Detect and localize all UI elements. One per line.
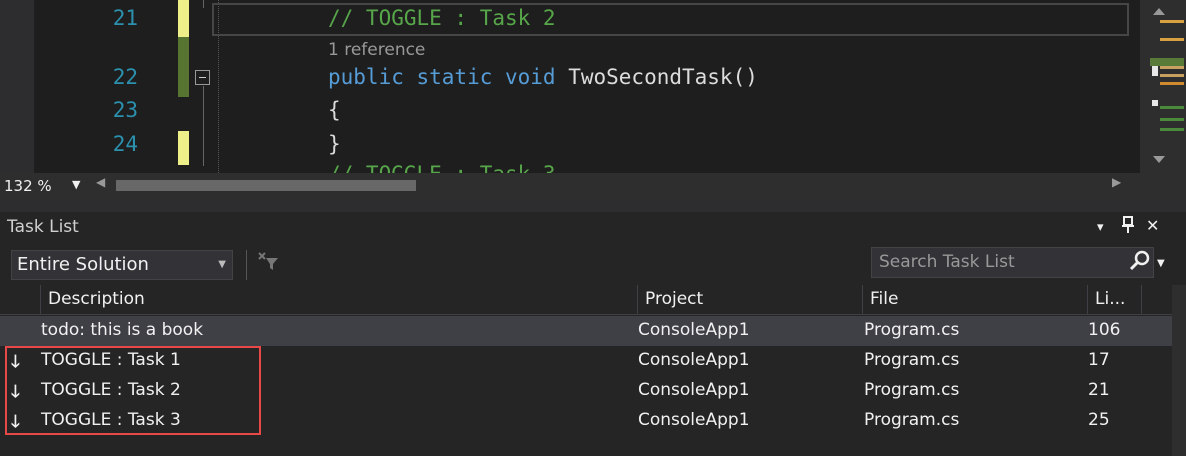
change-marker-saved: [178, 37, 189, 97]
panel-splitter[interactable]: [0, 200, 1186, 212]
search-icon[interactable]: [1129, 250, 1151, 272]
cell-line: 106: [1088, 320, 1121, 340]
search-input[interactable]: Search Task List: [871, 247, 1154, 278]
overview-mark: [1160, 82, 1184, 85]
toolbar-separator: [246, 250, 247, 280]
annotation-highlight-box: [5, 346, 261, 435]
chevron-down-icon: ▼: [72, 178, 81, 191]
chevron-down-icon: ▼: [218, 259, 226, 270]
change-marker-unsaved: [178, 0, 189, 37]
cell-line: 17: [1088, 350, 1110, 370]
pin-icon[interactable]: [1121, 216, 1135, 238]
code-method-name: TwoSecondTask(): [568, 65, 758, 89]
overview-mark: [1152, 66, 1158, 76]
outline-line: [203, 0, 204, 8]
search-options-icon[interactable]: ▼: [1157, 258, 1165, 269]
scroll-left-icon[interactable]: ◀: [96, 175, 105, 189]
cell-description: todo: this is a book: [41, 320, 204, 340]
code-line-method-signature[interactable]: public static void TwoSecondTask(): [328, 65, 758, 89]
column-header-project[interactable]: Project: [637, 285, 862, 315]
zoom-select[interactable]: 132 % ▼: [0, 174, 90, 198]
editor-status-row: 132 % ▼ ◀ ▶: [0, 173, 1186, 200]
line-number: 21: [112, 6, 138, 30]
overview-mark: [1160, 118, 1184, 121]
task-grid-header: Description Project File Li...: [0, 285, 1172, 315]
vertical-scrollbar[interactable]: [1172, 285, 1186, 456]
scope-value: Entire Solution: [17, 254, 149, 275]
task-list-panel: Task List ▾ ✕ Entire Solution ▼ Search T…: [0, 212, 1186, 456]
editor-margin-strip: [0, 0, 34, 173]
filter-icon[interactable]: [258, 252, 280, 276]
line-number: 23: [112, 98, 138, 122]
code-editor[interactable]: 21 22 23 24 // TOGGLE : Task 2 1 referen…: [0, 0, 1186, 173]
cell-line: 21: [1088, 380, 1110, 400]
overview-ruler[interactable]: [1140, 0, 1186, 173]
scope-dropdown[interactable]: Entire Solution ▼: [11, 250, 233, 280]
overview-mark: [1150, 58, 1184, 66]
scroll-right-icon[interactable]: ▶: [1112, 175, 1121, 189]
cell-file: Program.cs: [864, 320, 960, 340]
code-line-comment[interactable]: // TOGGLE : Task 2: [328, 6, 556, 30]
code-line-open-brace[interactable]: {: [328, 98, 341, 122]
overview-mark: [1160, 106, 1184, 109]
code-keywords: public static void: [328, 65, 569, 89]
cell-line: 25: [1088, 410, 1110, 430]
outline-line: [203, 86, 204, 166]
cell-project: ConsoleApp1: [638, 410, 750, 430]
line-number: 22: [112, 65, 138, 89]
overview-mark: [1160, 20, 1184, 23]
horizontal-scrollbar-thumb[interactable]: [116, 180, 416, 191]
close-icon[interactable]: ✕: [1146, 216, 1159, 235]
code-line-partial[interactable]: // TOGGLE : Task 3: [328, 162, 556, 173]
column-header-spacer: [1141, 285, 1172, 315]
overview-mark: [1152, 100, 1158, 106]
cell-file: Program.cs: [864, 350, 960, 370]
collapse-icon[interactable]: [195, 70, 210, 85]
change-marker-unsaved: [178, 131, 189, 165]
overview-mark: [1160, 74, 1184, 77]
zoom-value: 132 %: [4, 177, 52, 195]
overview-mark: [1160, 38, 1184, 41]
column-header-line[interactable]: Li...: [1087, 285, 1141, 315]
code-line-close-brace[interactable]: }: [328, 132, 341, 156]
overview-mark: [1160, 66, 1184, 69]
cell-project: ConsoleApp1: [638, 380, 750, 400]
table-row[interactable]: todo: this is a book ConsoleApp1 Program…: [0, 316, 1172, 346]
column-header-description[interactable]: Description: [40, 285, 637, 315]
overview-mark: [1160, 128, 1184, 131]
search-placeholder: Search Task List: [879, 252, 1015, 272]
scroll-down-icon[interactable]: [1153, 156, 1165, 163]
column-header-file[interactable]: File: [862, 285, 1087, 315]
codelens-references[interactable]: 1 reference: [328, 40, 425, 60]
cell-file: Program.cs: [864, 410, 960, 430]
cell-file: Program.cs: [864, 380, 960, 400]
cell-project: ConsoleApp1: [638, 350, 750, 370]
window-position-icon[interactable]: ▾: [1097, 220, 1104, 235]
cell-project: ConsoleApp1: [638, 320, 750, 340]
panel-title: Task List: [7, 217, 79, 237]
scroll-up-icon[interactable]: [1153, 8, 1165, 15]
line-number: 24: [112, 132, 138, 156]
